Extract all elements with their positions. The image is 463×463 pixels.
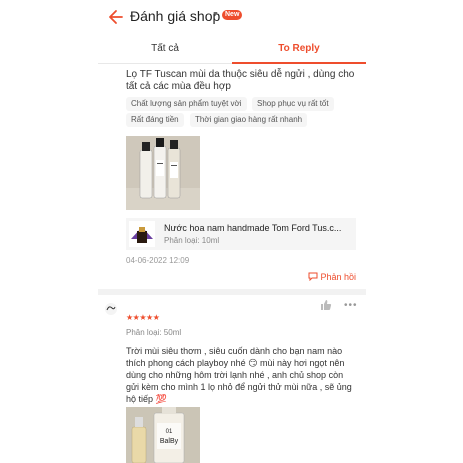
bottle-label-name: BalBy (160, 438, 179, 445)
phone-screen: Đánh giá shop ▼ New Tất cả To Reply Lọ T… (98, 0, 366, 463)
product-variant: Phân loại: 10ml (164, 236, 220, 245)
page-title: Đánh giá shop (130, 8, 221, 24)
dropdown-caret-icon[interactable]: ▼ (212, 11, 219, 18)
thumbs-up-icon[interactable] (320, 299, 332, 311)
bottle-label-number: 01 (166, 429, 173, 435)
product-thumbnail (129, 221, 155, 247)
review-tag[interactable]: Thời gian giao hàng rất nhanh (190, 113, 308, 127)
more-options-button[interactable]: ••• (344, 300, 358, 311)
review-text: Trời mùi siêu thơm , siêu cuốn dành cho … (126, 346, 352, 404)
perfume-bottles-image (126, 136, 200, 210)
tab-to-reply[interactable]: To Reply (232, 38, 366, 64)
review-date: 04-06-2022 12:09 (126, 256, 190, 265)
avatar[interactable] (104, 302, 118, 316)
review-tag[interactable]: Chất lượng sản phẩm tuyệt vời (126, 97, 247, 111)
reply-label: Phản hồi (320, 272, 357, 282)
back-arrow-icon[interactable] (106, 8, 124, 26)
review-tag[interactable]: Rất đáng tiền (126, 113, 184, 127)
review-tag[interactable]: Shop phục vụ rất tốt (252, 97, 334, 111)
review-variant: Phân loại: 50ml (126, 328, 182, 337)
tab-bar: Tất cả To Reply (98, 38, 366, 64)
review-text: Lọ TF Tuscan mùi da thuộc siêu dễ ngửi ,… (126, 69, 355, 92)
chat-bubble-icon (308, 272, 318, 282)
header: Đánh giá shop ▼ New (98, 0, 366, 36)
product-card[interactable]: Nước hoa nam handmade Tom Ford Tus.c... … (126, 218, 356, 250)
reply-button[interactable]: Phản hồi (308, 272, 356, 282)
product-name: Nước hoa nam handmade Tom Ford Tus.c... (164, 223, 342, 233)
section-divider (98, 289, 366, 295)
new-badge: New (222, 10, 243, 20)
review-photo[interactable] (126, 136, 200, 210)
tab-all[interactable]: Tất cả (98, 38, 232, 64)
star-rating: ★★★★★ (126, 313, 160, 322)
perfume-bottle-image: 01 BalBy (126, 407, 200, 463)
review-photo[interactable]: 01 BalBy (126, 407, 200, 463)
